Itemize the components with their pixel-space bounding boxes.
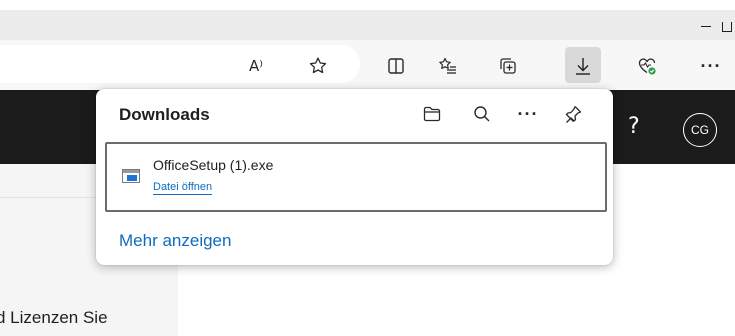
read-aloud-label: A⁾ <box>249 57 263 75</box>
download-item[interactable]: OfficeSetup (1).exe Datei öffnen <box>105 142 607 212</box>
downloads-panel: Downloads ··· OfficeSetup (1).exe Datei … <box>96 89 613 265</box>
restore-icon[interactable] <box>720 10 734 40</box>
minimize-icon[interactable] <box>694 10 718 40</box>
browser-essentials-icon[interactable] <box>633 53 661 79</box>
panel-more-label: ··· <box>517 103 539 124</box>
downloads-icon[interactable] <box>569 53 597 79</box>
favorite-star-icon[interactable] <box>304 53 332 79</box>
search-icon[interactable] <box>468 100 496 128</box>
show-more-link[interactable]: Mehr anzeigen <box>119 231 231 251</box>
browser-window: A⁾ ··· ? CG d Lizenzen Sie Downloads ··· <box>0 0 735 336</box>
download-file-name: OfficeSetup (1).exe <box>153 157 274 173</box>
more-options-icon[interactable]: ··· <box>514 100 542 128</box>
open-folder-icon[interactable] <box>418 100 446 128</box>
exe-file-icon <box>122 169 140 183</box>
open-file-link[interactable]: Datei öffnen <box>153 180 213 195</box>
pin-icon[interactable] <box>559 100 587 128</box>
more-options-icon[interactable]: ··· <box>697 53 725 79</box>
help-icon[interactable]: ? <box>628 114 640 139</box>
avatar[interactable]: CG <box>683 113 717 147</box>
collections-icon[interactable] <box>494 53 522 79</box>
more-options-label: ··· <box>700 55 722 76</box>
split-screen-icon[interactable] <box>382 53 410 79</box>
title-bar <box>0 10 735 40</box>
top-edge <box>0 0 735 10</box>
page-text: d Lizenzen Sie <box>0 308 108 327</box>
favorites-list-icon[interactable] <box>434 53 462 79</box>
read-aloud-icon[interactable]: A⁾ <box>242 53 270 79</box>
panel-title: Downloads <box>119 105 210 124</box>
